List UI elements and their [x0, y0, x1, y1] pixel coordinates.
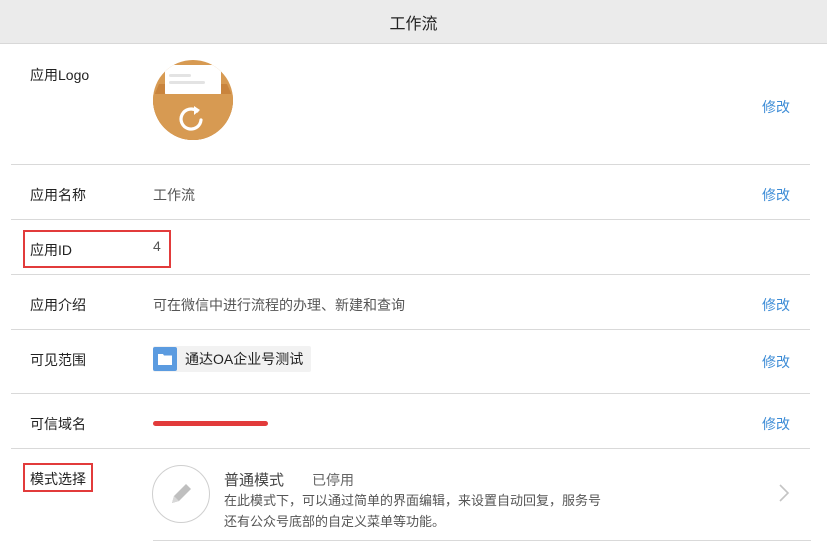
row-app-name: 应用名称 工作流 修改 — [11, 165, 810, 220]
scope-chip[interactable]: 通达OA企业号测试 — [153, 346, 312, 372]
row-app-intro: 应用介绍 可在微信中进行流程的办理、新建和查询 修改 — [11, 275, 810, 330]
page-header: 工作流 — [0, 0, 827, 44]
mode-label: 模式选择 — [30, 471, 86, 487]
intro-label: 应用介绍 — [30, 297, 86, 313]
app-intro-value: 可在微信中进行流程的办理、新建和查询 — [153, 297, 405, 313]
chevron-right-icon[interactable] — [778, 483, 790, 508]
scope-label: 可见范围 — [30, 352, 86, 368]
mode-title: 普通模式 — [224, 472, 285, 489]
row-visible-scope: 可见范围 通达OA企业号测试 修改 — [11, 330, 810, 394]
edit-domain-button[interactable]: 修改 — [762, 414, 790, 434]
mode-description: 在此模式下，可以通过简单的界面编辑，来设置自动回复，服务号 还有公众号底部的自定… — [224, 490, 601, 532]
id-label: 应用ID — [30, 242, 72, 258]
folder-icon — [153, 347, 177, 371]
divider — [153, 540, 811, 541]
domain-label: 可信域名 — [30, 416, 86, 432]
row-mode-select: 模式选择 普通模式 已停用 在此模式下，可以通过简单的界面编辑，来设置自动回复，… — [11, 449, 811, 549]
app-name-value: 工作流 — [153, 187, 195, 203]
row-app-logo: 应用Logo 修改 — [11, 44, 810, 165]
pencil-icon — [152, 465, 210, 523]
redacted-domain-value — [153, 421, 268, 426]
mode-description-line: 还有公众号底部的自定义菜单等功能。 — [224, 514, 446, 529]
mode-status: 已停用 — [312, 472, 354, 488]
edit-intro-button[interactable]: 修改 — [762, 295, 790, 315]
edit-name-button[interactable]: 修改 — [762, 185, 790, 205]
app-id-value: 4 — [153, 238, 161, 254]
row-app-id: 应用ID 4 — [11, 220, 810, 275]
scope-chip-label: 通达OA企业号测试 — [185, 351, 304, 367]
logo-label: 应用Logo — [30, 67, 90, 83]
page-title: 工作流 — [389, 15, 438, 33]
row-trusted-domain: 可信域名 修改 — [11, 394, 810, 449]
app-logo-refresh-icon — [153, 60, 233, 140]
mode-description-line: 在此模式下，可以通过简单的界面编辑，来设置自动回复，服务号 — [224, 493, 602, 508]
edit-logo-button[interactable]: 修改 — [762, 97, 790, 117]
edit-scope-button[interactable]: 修改 — [762, 352, 790, 372]
name-label: 应用名称 — [30, 187, 86, 203]
